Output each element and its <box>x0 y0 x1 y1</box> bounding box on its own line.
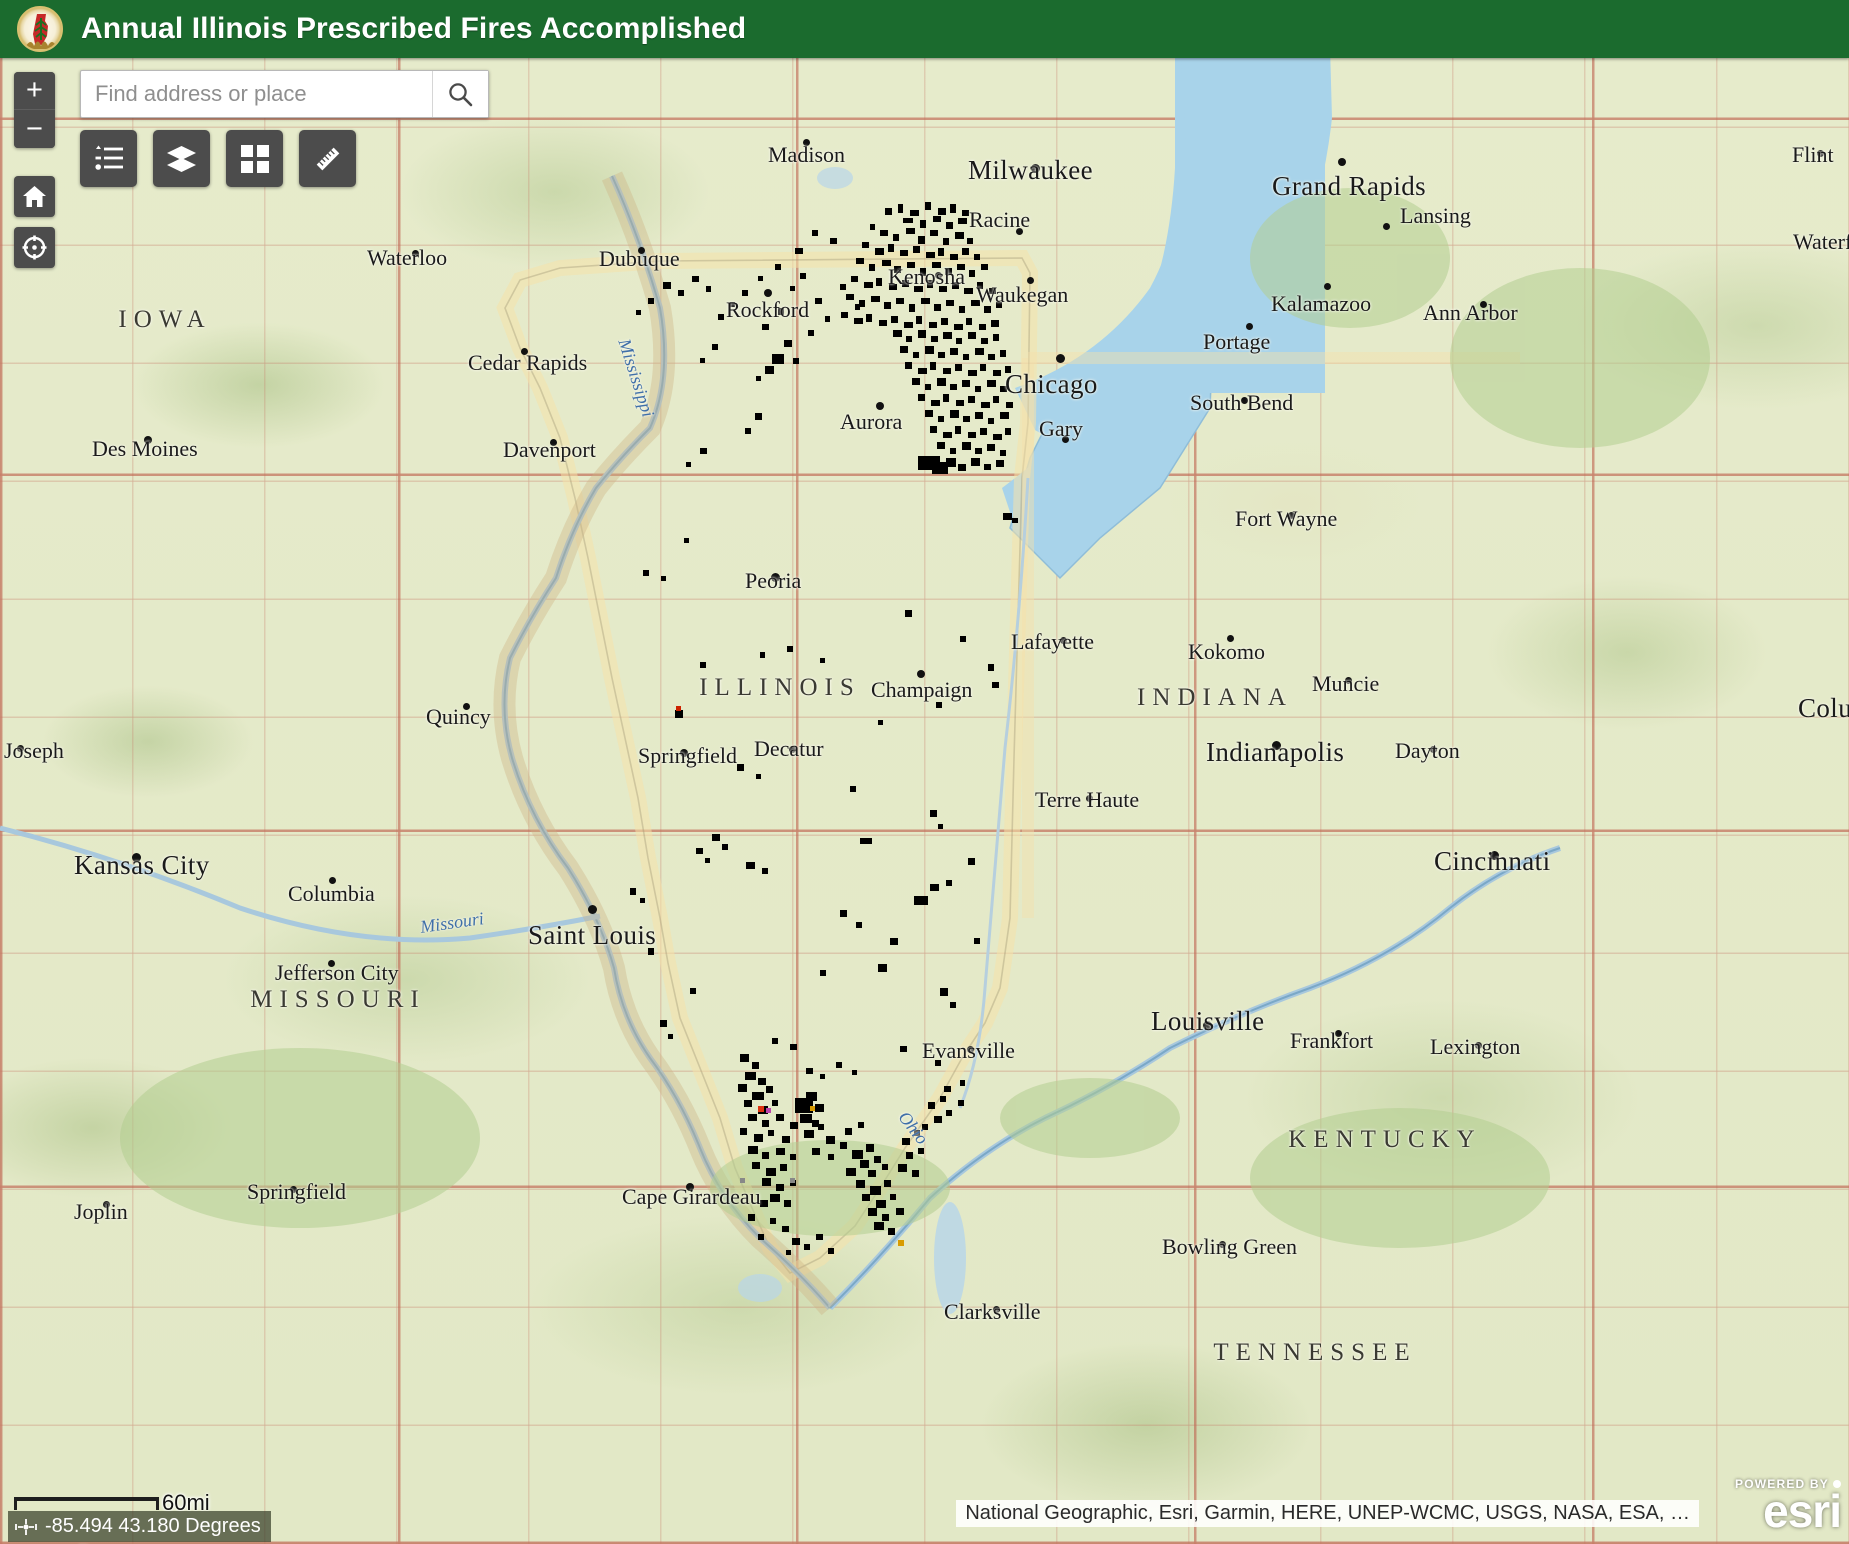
map-view[interactable]: IOWA ILLINOIS INDIANA MISSOURI KENTUCKY TENNE… <box>0 58 1849 1544</box>
app-header: Annual Illinois Prescribed Fires Accompl… <box>0 0 1849 58</box>
list-icon <box>94 145 123 170</box>
prescribed-fire-points-layer[interactable] <box>0 58 1849 1544</box>
plus-icon: + <box>26 74 43 106</box>
minus-icon: − <box>26 112 43 145</box>
search-widget[interactable] <box>80 70 489 118</box>
measurement-widget-button[interactable] <box>299 130 356 187</box>
page-title: Annual Illinois Prescribed Fires Accompl… <box>81 12 747 45</box>
search-submit-button[interactable] <box>432 71 488 117</box>
layer-list-widget-button[interactable] <box>153 130 210 187</box>
search-icon <box>449 82 473 106</box>
ruler-icon <box>316 147 339 170</box>
map-widget-toolbar[interactable] <box>80 130 356 187</box>
esri-logo[interactable]: POWERED BY esri <box>1735 1477 1842 1537</box>
locate-crosshair-icon <box>22 235 47 260</box>
esri-wordmark: esri <box>1763 1484 1842 1537</box>
coordinate-widget[interactable]: -85.494 43.180 Degrees <box>8 1511 271 1542</box>
zoom-in-button[interactable]: + <box>14 72 55 110</box>
legend-widget-button[interactable] <box>80 130 137 187</box>
grid-icon <box>240 144 269 173</box>
home-icon <box>23 186 46 207</box>
search-input[interactable] <box>81 71 432 117</box>
map-attribution: National Geographic, Esri, Garmin, HERE,… <box>956 1500 1699 1527</box>
basemap-gallery-widget-button[interactable] <box>226 130 283 187</box>
coordinate-readout: -85.494 43.180 Degrees <box>45 1515 261 1537</box>
layers-icon <box>167 145 196 172</box>
seal-artwork-icon <box>26 14 56 49</box>
zoom-controls[interactable]: + − <box>14 72 55 148</box>
illinois-dnr-seal-logo <box>17 6 63 52</box>
home-extent-button[interactable] <box>14 176 55 217</box>
zoom-out-button[interactable]: − <box>14 110 55 148</box>
coordinate-crosshair-icon <box>15 1518 37 1535</box>
my-location-button[interactable] <box>14 227 55 268</box>
